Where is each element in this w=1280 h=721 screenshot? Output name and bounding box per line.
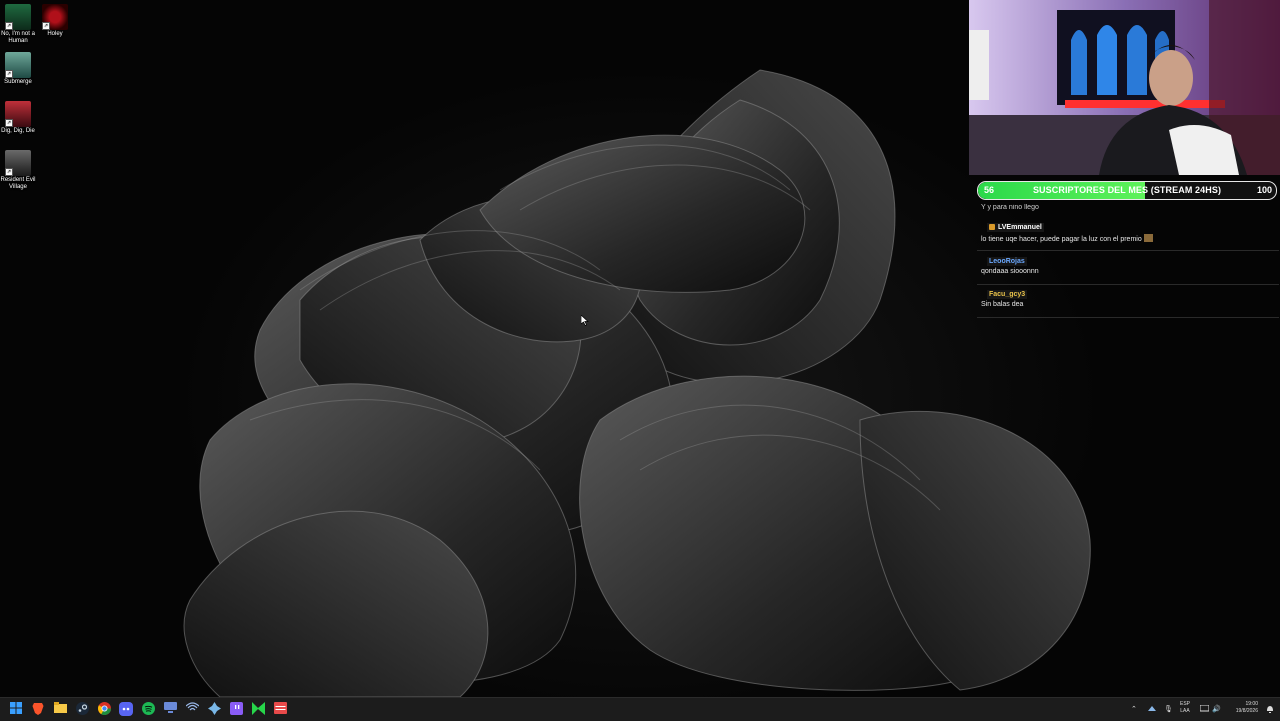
chat-username: Facu_gcy3 [987, 290, 1028, 299]
brave-browser-icon[interactable] [31, 702, 45, 716]
system-clock[interactable]: 19:00 19/8/2026 [1232, 701, 1258, 715]
shortcut-arrow-icon: ↗ [5, 22, 13, 30]
shortcut-arrow-icon: ↗ [42, 22, 50, 30]
chat-message-text: qondaaa siooonnn [981, 268, 1039, 275]
taskbar: ⌃ 🎙 ESP LAA 🔊 19:00 19/8/2026 [0, 697, 1280, 721]
language-indicator[interactable]: ESP LAA [1180, 701, 1190, 715]
no-im-not-a-human-icon: ↗ [5, 4, 31, 30]
chat-message-partial: Y y para nino llego [981, 204, 1039, 211]
language-line-1: ESP [1180, 701, 1191, 707]
mouse-cursor-icon [581, 315, 589, 326]
submerge-icon: ↗ [5, 52, 31, 78]
obs-green-icon[interactable] [251, 702, 265, 716]
onedrive-icon[interactable] [1147, 698, 1157, 721]
discord-icon[interactable] [119, 702, 133, 716]
desktop-icon-no-im-not-a-human[interactable]: ↗ No, I'm not a Human [0, 4, 36, 45]
chat-message-text: Sin balas dea [981, 301, 1024, 308]
chat-username: LeooRojas [987, 257, 1027, 266]
shortcut-arrow-icon: ↗ [5, 70, 13, 78]
screen-icon[interactable] [163, 702, 177, 716]
spotify-icon[interactable] [141, 702, 155, 716]
desktop-icon-label: Holey [47, 31, 63, 37]
chat-message-text: lo tiene uqe hacer, puede pagar la luz c… [981, 234, 1279, 243]
sub-goal-title: SUSCRIPTORES DEL MES (STREAM 24HS) [1032, 185, 1222, 195]
file-explorer-icon[interactable] [53, 702, 67, 716]
chrome-icon[interactable] [97, 702, 111, 716]
speaker-icon[interactable]: 🔊 [1212, 698, 1221, 721]
shortcut-arrow-icon: ↗ [5, 119, 13, 127]
sub-goal-progress-bar: 56 SUSCRIPTORES DEL MES (STREAM 24HS) 10… [977, 181, 1277, 200]
subscriber-badge-icon [989, 224, 995, 230]
chat-username: LVEmmanuel [987, 223, 1044, 232]
desktop-icon-label: Submerge [4, 79, 32, 85]
calendar-icon[interactable] [273, 702, 287, 716]
chevron-up-icon[interactable]: ⌃ [1131, 698, 1137, 721]
desktop-icon-submerge[interactable]: ↗ Submerge [0, 52, 36, 86]
chat-message: LVEmmanuel lo tiene uqe hacer, puede pag… [977, 223, 1279, 251]
desktop-icon-label: Dig, Dig, Die [1, 128, 35, 134]
webcam-feed [969, 0, 1280, 175]
holey-icon: ↗ [42, 4, 68, 30]
desktop-icon-holey[interactable]: ↗ Holey [37, 4, 73, 38]
microphone-icon[interactable]: 🎙 [1164, 698, 1173, 721]
launcher-icon[interactable] [207, 702, 221, 716]
chat-message: LeooRojas qondaaa siooonnn [977, 257, 1279, 285]
resident-evil-village-icon: ↗ [5, 150, 31, 176]
clock-date: 19/8/2026 [1235, 708, 1258, 714]
emote-icon [1143, 234, 1153, 242]
clock-time: 19:00 [1245, 701, 1258, 707]
desktop-icon-label: Resident Evil Village [0, 177, 36, 190]
notification-icon[interactable] [1266, 698, 1274, 721]
desktop-icon-resident-evil-village[interactable]: ↗ Resident Evil Village [0, 150, 36, 191]
twitch-icon[interactable] [229, 702, 243, 716]
chat-message: Facu_gcy3 Sin balas dea [977, 290, 1279, 318]
desktop-icon-dig-dig-die[interactable]: ↗ Dig, Dig, Die [0, 101, 36, 135]
steam-icon[interactable] [75, 702, 89, 716]
display-icon[interactable] [1199, 698, 1210, 721]
webcam-image [969, 0, 1280, 175]
network-icon[interactable] [185, 702, 199, 716]
chat-message-body: lo tiene uqe hacer, puede pagar la luz c… [981, 236, 1142, 243]
chat-overlay: Y y para nino llego LVEmmanuel lo tiene … [977, 200, 1280, 322]
sub-goal-target: 100 [1256, 185, 1272, 195]
windows-start-icon[interactable] [9, 702, 23, 716]
desktop-icon-label: No, I'm not a Human [1, 31, 35, 44]
shortcut-arrow-icon: ↗ [5, 168, 13, 176]
language-line-2: LAA [1180, 708, 1190, 714]
dig-dig-die-icon: ↗ [5, 101, 31, 127]
chat-username-text: LVEmmanuel [998, 224, 1042, 231]
